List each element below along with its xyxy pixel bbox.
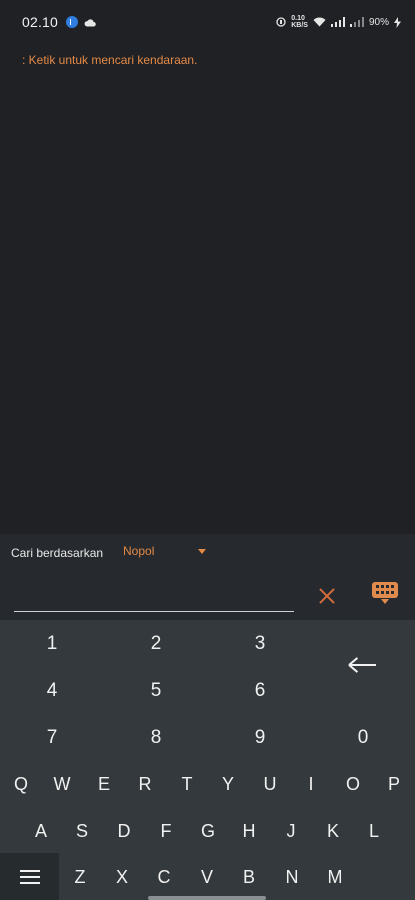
key-q[interactable]: Q bbox=[3, 761, 39, 807]
menu-key[interactable] bbox=[0, 853, 59, 900]
key-e[interactable]: E bbox=[86, 761, 122, 807]
backspace-key[interactable] bbox=[340, 642, 386, 688]
key-n[interactable]: N bbox=[274, 854, 310, 900]
key-4[interactable]: 4 bbox=[22, 668, 82, 714]
key-3[interactable]: 3 bbox=[230, 621, 290, 667]
key-x[interactable]: X bbox=[104, 854, 140, 900]
key-a[interactable]: A bbox=[23, 808, 59, 854]
key-y[interactable]: Y bbox=[210, 761, 246, 807]
battery-percentage: 90% bbox=[368, 16, 389, 28]
key-l[interactable]: L bbox=[356, 808, 392, 854]
vibrate-icon bbox=[276, 17, 286, 27]
network-speed-value: 0.10 bbox=[291, 15, 305, 22]
search-hint-text: : Ketik untuk mencari kendaraan. bbox=[22, 53, 198, 67]
key-b[interactable]: B bbox=[231, 854, 267, 900]
key-k[interactable]: K bbox=[315, 808, 351, 854]
keyboard-icon-pointer bbox=[381, 599, 389, 604]
network-speed: 0.10 KB/S bbox=[291, 15, 308, 29]
key-g[interactable]: G bbox=[190, 808, 226, 854]
cloud-icon bbox=[84, 18, 96, 26]
charging-icon bbox=[394, 16, 401, 28]
key-5[interactable]: 5 bbox=[126, 668, 186, 714]
key-9[interactable]: 9 bbox=[230, 715, 290, 761]
key-o[interactable]: O bbox=[335, 761, 371, 807]
search-by-label: Cari berdasarkan bbox=[11, 546, 104, 560]
key-w[interactable]: W bbox=[44, 761, 80, 807]
status-notification-icons bbox=[66, 16, 96, 28]
backspace-arrow-icon bbox=[350, 664, 376, 666]
key-8[interactable]: 8 bbox=[126, 715, 186, 761]
key-t[interactable]: T bbox=[169, 761, 205, 807]
keyboard: 1 2 3 4 5 6 7 8 9 0 Q W E R T Y U I O P … bbox=[0, 620, 415, 900]
key-p[interactable]: P bbox=[376, 761, 412, 807]
caret-down-icon bbox=[198, 548, 207, 554]
keyboard-icon bbox=[372, 582, 398, 598]
search-filter-value: Nopol bbox=[123, 544, 155, 558]
key-m[interactable]: M bbox=[317, 854, 353, 900]
hamburger-menu-icon bbox=[20, 870, 40, 872]
key-r[interactable]: R bbox=[127, 761, 163, 807]
status-bar: 02.10 0.10 KB/S 90% bbox=[0, 0, 415, 44]
signal-icon-secondary bbox=[349, 17, 364, 27]
search-input[interactable] bbox=[14, 578, 294, 612]
security-app-icon bbox=[66, 16, 79, 28]
status-system-icons: 0.10 KB/S 90% bbox=[276, 15, 401, 29]
key-i[interactable]: I bbox=[293, 761, 329, 807]
key-h[interactable]: H bbox=[231, 808, 267, 854]
key-s[interactable]: S bbox=[64, 808, 100, 854]
key-2[interactable]: 2 bbox=[126, 621, 186, 667]
gesture-navigation-bar[interactable] bbox=[148, 896, 266, 900]
key-z[interactable]: Z bbox=[62, 854, 98, 900]
search-panel: Cari berdasarkan Nopol bbox=[0, 534, 415, 620]
key-f[interactable]: F bbox=[148, 808, 184, 854]
key-6[interactable]: 6 bbox=[230, 668, 290, 714]
key-v[interactable]: V bbox=[189, 854, 225, 900]
keyboard-toggle-button[interactable] bbox=[372, 579, 398, 605]
network-speed-unit: KB/S bbox=[291, 22, 308, 29]
wifi-icon bbox=[313, 17, 326, 27]
clear-button[interactable] bbox=[315, 584, 339, 608]
key-1[interactable]: 1 bbox=[22, 621, 82, 667]
key-0[interactable]: 0 bbox=[333, 715, 393, 761]
key-c[interactable]: C bbox=[146, 854, 182, 900]
key-7[interactable]: 7 bbox=[22, 715, 82, 761]
status-time: 02.10 bbox=[22, 14, 59, 30]
key-d[interactable]: D bbox=[106, 808, 142, 854]
key-j[interactable]: J bbox=[273, 808, 309, 854]
search-filter-dropdown[interactable]: Nopol bbox=[123, 544, 207, 558]
key-u[interactable]: U bbox=[252, 761, 288, 807]
signal-icon bbox=[330, 17, 345, 27]
